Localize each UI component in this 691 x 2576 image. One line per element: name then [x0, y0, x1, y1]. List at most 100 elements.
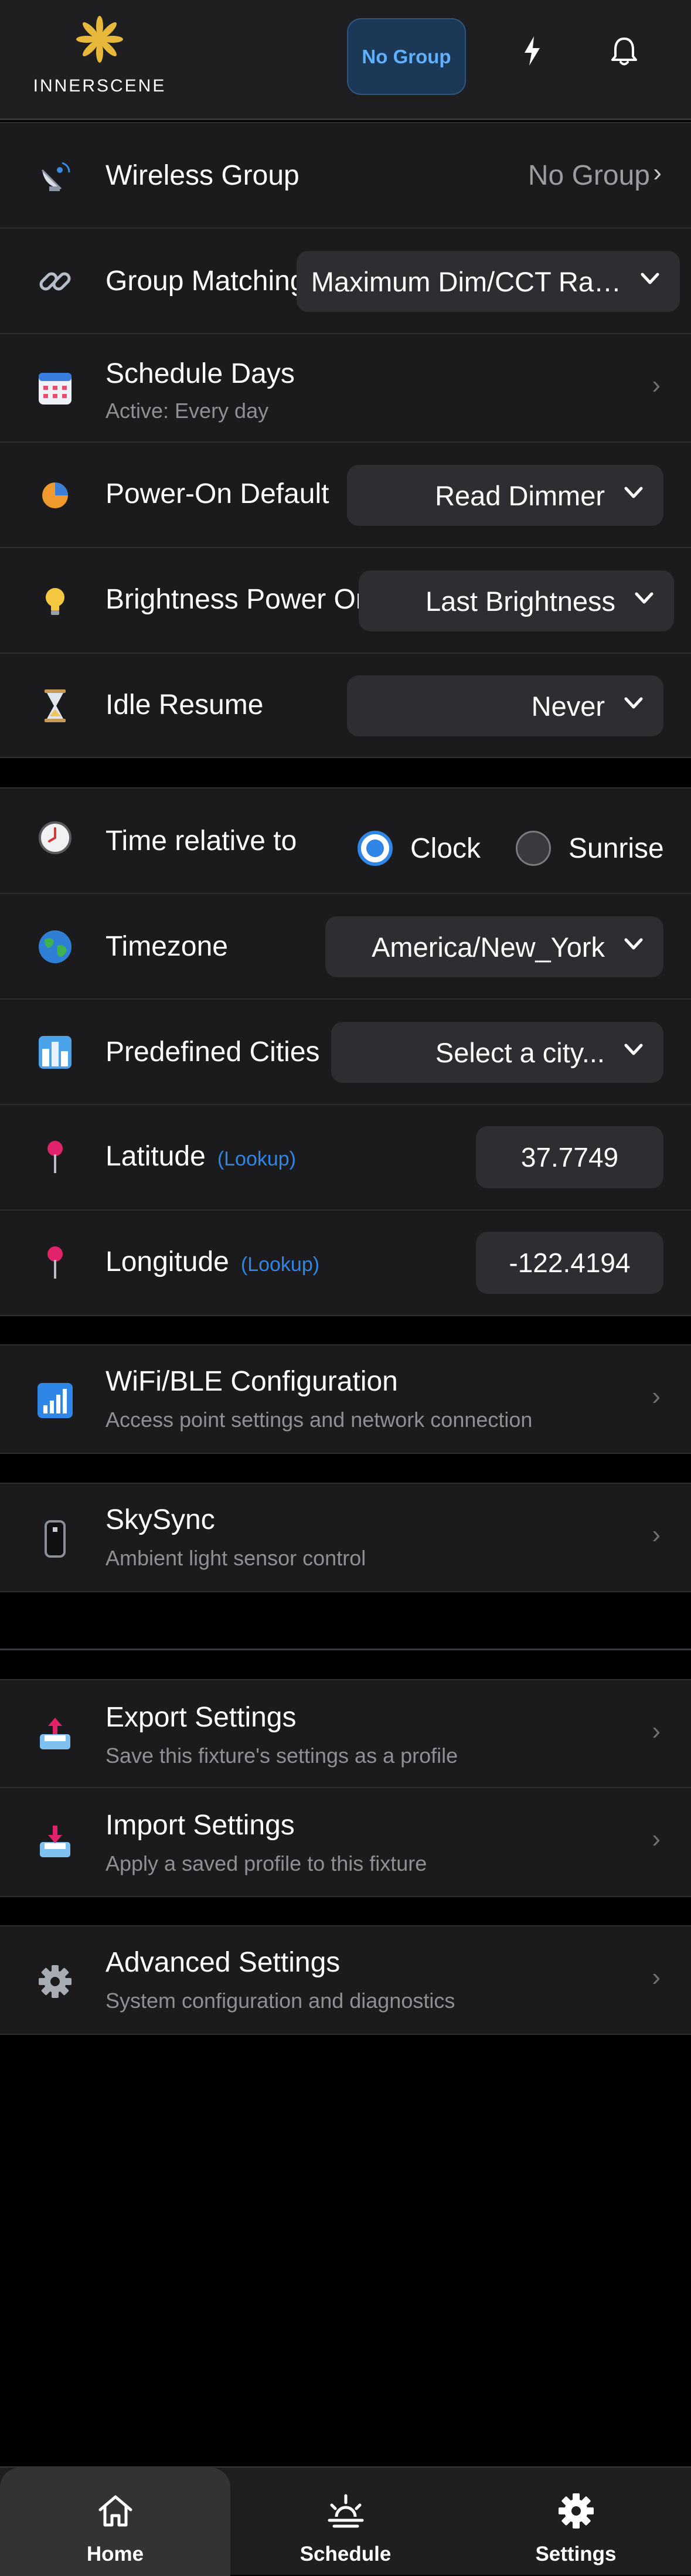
- cities-label: Predefined Cities: [105, 1036, 320, 1068]
- advanced-settings-card[interactable]: Advanced Settings System configuration a…: [0, 1925, 691, 2035]
- import-settings-row[interactable]: Import Settings Apply a saved profile to…: [0, 1788, 691, 1896]
- chevron-right-icon: ›: [652, 1520, 661, 1549]
- palette-ball-icon: [36, 477, 74, 514]
- lightning-icon[interactable]: [512, 30, 553, 72]
- nav-settings[interactable]: Settings: [461, 2468, 691, 2576]
- chevron-down-icon: [624, 487, 643, 498]
- radio-clock-label: Clock: [410, 832, 481, 864]
- gear-icon: [36, 1963, 74, 2000]
- bell-icon[interactable]: [604, 30, 645, 72]
- pin-icon: [36, 1243, 74, 1281]
- radio-unselected-icon: [516, 831, 551, 866]
- chevron-right-icon: ›: [653, 158, 662, 187]
- logo-text: INNERSCENE: [33, 76, 166, 96]
- idle-resume-row: Idle Resume Never: [0, 654, 691, 758]
- skysync-subtitle: Ambient light sensor control: [105, 1546, 366, 1570]
- chevron-right-icon: ›: [652, 1963, 661, 1992]
- wireless-group-value: No Group: [527, 160, 650, 191]
- inbox-icon: [36, 1823, 74, 1861]
- cityscape-icon: [36, 1034, 74, 1071]
- idle-resume-label: Idle Resume: [105, 689, 264, 721]
- signal-bars-icon: [36, 1382, 74, 1419]
- latitude-row: Latitude (Lookup) 37.7749: [0, 1105, 691, 1211]
- latitude-lookup-link[interactable]: (Lookup): [217, 1148, 296, 1170]
- section-divider: [0, 1649, 691, 1650]
- pin-icon: [36, 1138, 74, 1175]
- brightness-power-on-label: Brightness Power On: [105, 584, 372, 615]
- schedule-days-row[interactable]: Schedule Days Active: Every day ›: [0, 334, 691, 443]
- timezone-label: Timezone: [105, 931, 228, 962]
- radio-selected-icon: [358, 831, 393, 866]
- import-subtitle: Apply a saved profile to this fixture: [105, 1851, 427, 1875]
- chevron-down-icon: [624, 938, 643, 950]
- cities-value: Select a city...: [435, 1036, 605, 1068]
- profile-section: Export Settings Save this fixture's sett…: [0, 1679, 691, 1897]
- skysync-card[interactable]: SkySync Ambient light sensor control ›: [0, 1483, 691, 1592]
- cities-row: Predefined Cities Select a city...: [0, 1000, 691, 1105]
- chevron-right-icon: ›: [652, 1382, 661, 1411]
- advanced-subtitle: System configuration and diagnostics: [105, 1989, 455, 2013]
- nav-schedule-label: Schedule: [299, 2543, 392, 2565]
- group-matching-label: Group Matching: [105, 266, 306, 297]
- nav-home[interactable]: Home: [0, 2468, 230, 2576]
- sun-logo-icon: [76, 16, 123, 63]
- chevron-down-icon: [635, 592, 653, 604]
- latitude-input[interactable]: 37.7749: [476, 1126, 663, 1188]
- group-matching-dropdown[interactable]: Maximum Dim/CCT Ra…: [297, 251, 680, 312]
- export-settings-row[interactable]: Export Settings Save this fixture's sett…: [0, 1680, 691, 1788]
- wireless-group-row[interactable]: Wireless Group No Group ›: [0, 123, 691, 229]
- idle-resume-dropdown[interactable]: Never: [347, 675, 663, 736]
- group-matching-row: Group Matching Maximum Dim/CCT Ra…: [0, 229, 691, 334]
- radio-clock[interactable]: Clock: [358, 831, 481, 866]
- longitude-row: Longitude (Lookup) -122.4194: [0, 1211, 691, 1316]
- brightness-power-on-row: Brightness Power On Last Brightness: [0, 548, 691, 654]
- latitude-label: Latitude (Lookup): [105, 1140, 296, 1173]
- timezone-dropdown[interactable]: America/New_York: [325, 916, 663, 977]
- globe-icon: [36, 928, 74, 966]
- schedule-days-status: Active: Every day: [105, 399, 269, 423]
- timezone-value: America/New_York: [372, 931, 605, 963]
- longitude-label-text: Longitude: [105, 1246, 229, 1277]
- cities-dropdown[interactable]: Select a city...: [331, 1022, 663, 1083]
- group-selector-button[interactable]: No Group: [347, 18, 466, 95]
- longitude-label: Longitude (Lookup): [105, 1246, 319, 1278]
- chevron-right-icon: ›: [652, 1824, 661, 1853]
- nav-schedule[interactable]: Schedule: [230, 2468, 461, 2576]
- radio-sunrise[interactable]: Sunrise: [516, 831, 664, 866]
- timezone-row: Timezone America/New_York: [0, 894, 691, 1000]
- wifi-title: WiFi/BLE Configuration: [105, 1366, 398, 1397]
- wireless-group-label: Wireless Group: [105, 160, 299, 191]
- skysync-title: SkySync: [105, 1504, 215, 1535]
- power-on-default-dropdown[interactable]: Read Dimmer: [347, 465, 663, 526]
- chevron-right-icon: ›: [652, 1717, 661, 1745]
- power-on-default-label: Power-On Default: [105, 478, 329, 509]
- innerscene-logo[interactable]: INNERSCENE: [32, 13, 167, 96]
- schedule-days-label: Schedule Days: [105, 358, 295, 389]
- longitude-input[interactable]: -122.4194: [476, 1232, 663, 1294]
- advanced-title: Advanced Settings: [105, 1947, 341, 1978]
- time-relative-row: Time relative to Clock Sunrise: [0, 789, 691, 894]
- calendar-icon: [36, 369, 74, 407]
- chevron-right-icon: ›: [652, 371, 661, 399]
- time-relative-label: Time relative to: [105, 825, 297, 857]
- device-settings-section: Wireless Group No Group › Group Matching…: [0, 122, 691, 758]
- clock-icon: [36, 819, 74, 857]
- app-header: INNERSCENE No Group: [0, 0, 691, 120]
- power-on-default-row: Power-On Default Read Dimmer: [0, 443, 691, 548]
- outbox-icon: [36, 1715, 74, 1753]
- longitude-lookup-link[interactable]: (Lookup): [241, 1253, 319, 1276]
- nav-settings-label: Settings: [535, 2543, 617, 2565]
- wifi-config-card[interactable]: WiFi/BLE Configuration Access point sett…: [0, 1344, 691, 1454]
- home-icon: [98, 2495, 132, 2527]
- import-title: Import Settings: [105, 1810, 295, 1841]
- group-matching-value: Maximum Dim/CCT Ra…: [311, 266, 621, 297]
- brightness-power-on-dropdown[interactable]: Last Brightness: [359, 570, 674, 631]
- power-on-default-value: Read Dimmer: [435, 480, 605, 511]
- export-title: Export Settings: [105, 1702, 297, 1733]
- export-subtitle: Save this fixture's settings as a profil…: [105, 1744, 458, 1768]
- sensor-device-icon: [36, 1520, 74, 1558]
- bottom-nav: Home Schedule Settings: [0, 2466, 691, 2576]
- chevron-down-icon: [641, 273, 659, 284]
- wifi-subtitle: Access point settings and network connec…: [105, 1408, 533, 1432]
- chevron-down-icon: [624, 1044, 643, 1055]
